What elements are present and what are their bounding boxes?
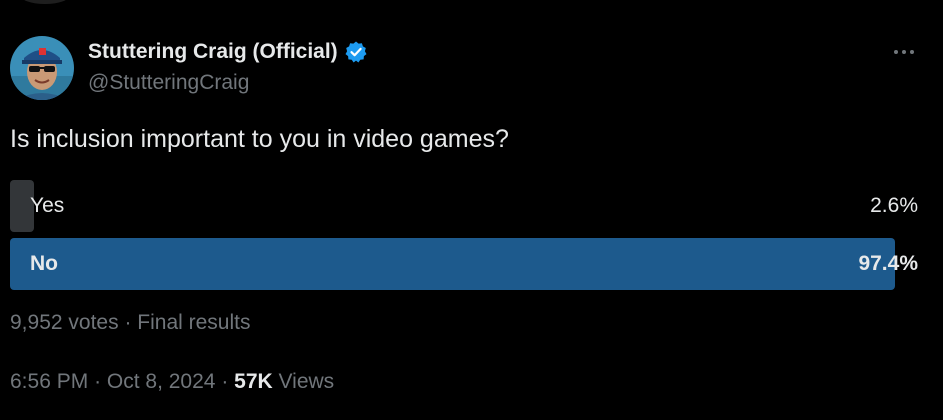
author-name-row: Stuttering Craig (Official) xyxy=(88,38,368,66)
tweet-date[interactable]: Oct 8, 2024 xyxy=(107,370,216,393)
poll-option-percent: 2.6% xyxy=(870,194,918,217)
poll-option-percent: 97.4% xyxy=(858,252,918,275)
poll-option-yes: Yes 2.6% xyxy=(10,180,918,232)
views-count[interactable]: 57K xyxy=(234,370,273,393)
more-horizontal-icon-dot xyxy=(902,50,906,54)
poll-vote-count: 9,952 votes xyxy=(10,311,119,334)
avatar[interactable] xyxy=(10,36,74,100)
previous-avatar-edge xyxy=(20,0,70,4)
separator-dot: · xyxy=(94,370,102,393)
poll-option-label: No xyxy=(30,252,58,275)
more-options-button[interactable] xyxy=(884,38,924,66)
separator-dot: · xyxy=(124,311,132,334)
poll-result-bar xyxy=(10,238,895,290)
separator-dot: · xyxy=(221,370,229,393)
tweet-time[interactable]: 6:56 PM xyxy=(10,370,88,393)
verified-badge-icon xyxy=(344,40,368,64)
more-horizontal-icon xyxy=(894,50,898,54)
poll-summary: 9,952 votes · Final results xyxy=(10,311,250,335)
author-handle[interactable]: @StutteringCraig xyxy=(88,71,249,95)
views-label: Views xyxy=(278,370,335,393)
tweet-text: Is inclusion important to you in video g… xyxy=(10,125,509,153)
author-display-name[interactable]: Stuttering Craig (Official) xyxy=(88,40,338,64)
more-horizontal-icon-dot xyxy=(910,50,914,54)
user-avatar-photo xyxy=(10,36,74,100)
poll: Yes 2.6% No 97.4% xyxy=(10,180,918,296)
poll-option-no: No 97.4% xyxy=(10,238,918,290)
poll-option-label: Yes xyxy=(30,194,65,217)
poll-status: Final results xyxy=(137,311,251,334)
tweet-meta: 6:56 PM · Oct 8, 2024 · 57K Views xyxy=(10,370,334,394)
